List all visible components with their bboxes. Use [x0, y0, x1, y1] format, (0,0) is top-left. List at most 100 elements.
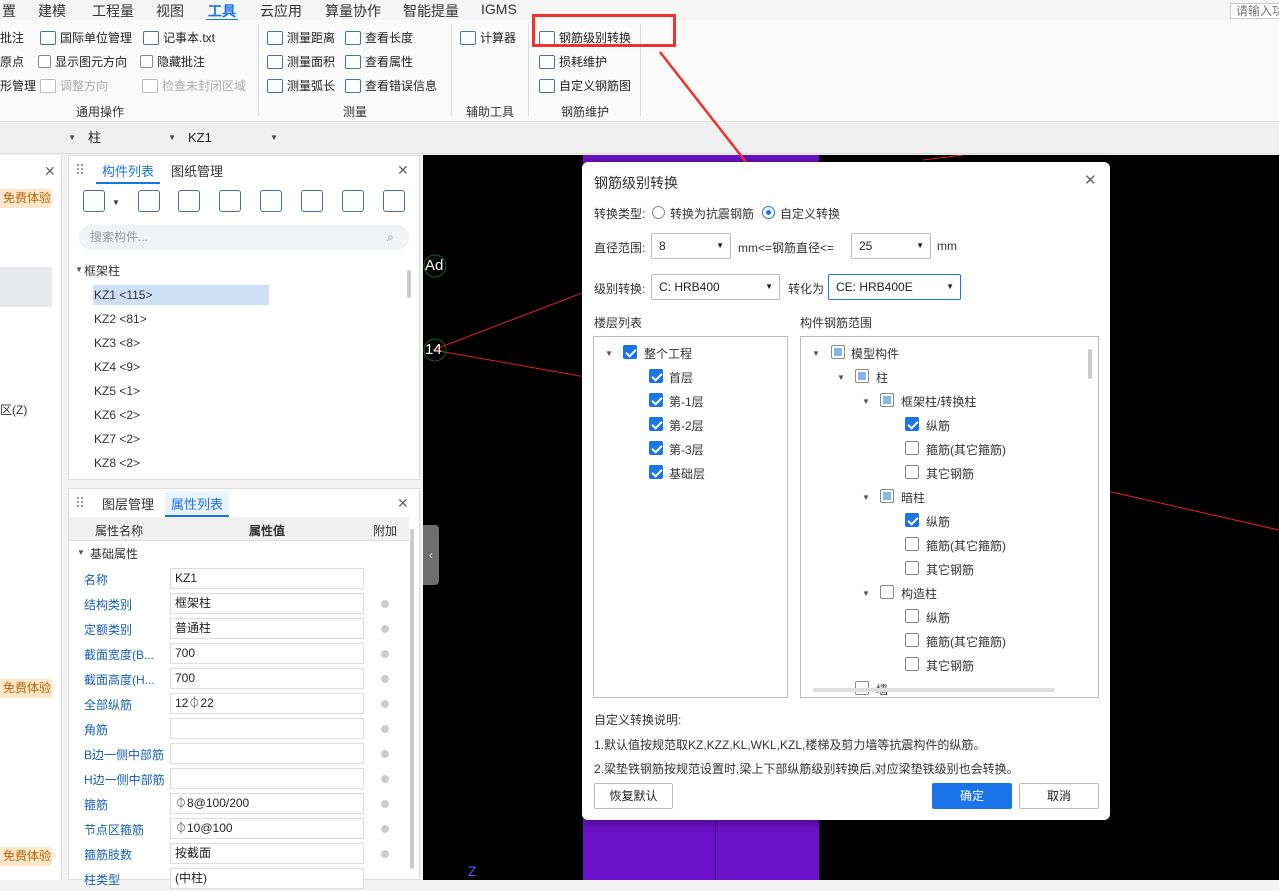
floor-selector[interactable]: ▼ [0, 127, 80, 149]
scrollbar[interactable] [410, 529, 414, 869]
floor-item[interactable]: 第-2层 [669, 417, 704, 434]
checkbox-group[interactable] [880, 393, 894, 407]
drag-handle-icon[interactable]: ⠿ [75, 162, 85, 179]
radio-seismic[interactable] [652, 206, 665, 219]
measure-arc-button[interactable]: 测量弧长 [267, 77, 335, 94]
table-row[interactable]: 角筋 [69, 716, 409, 741]
extra-dot-icon[interactable] [381, 800, 389, 808]
new-component-icon[interactable] [83, 190, 105, 212]
close-icon[interactable]: ✕ [397, 495, 409, 512]
cancel-button[interactable]: 取消 [1019, 783, 1099, 809]
component-search-input[interactable]: 搜索构件... ⌕ [79, 225, 409, 250]
nav-selected-row[interactable] [0, 267, 52, 307]
horizontal-scrollbar[interactable] [813, 688, 1055, 692]
expand-icon[interactable]: ▼ [862, 493, 870, 502]
table-row[interactable]: 箍筋肢数 按截面 [69, 841, 409, 866]
menu-item-quantity[interactable]: 工程量 [92, 1, 134, 21]
tab-layer-manage[interactable]: 图层管理 [96, 492, 160, 515]
view-length-button[interactable]: 查看长度 [345, 29, 413, 46]
property-value[interactable]: ⏀8@100/200 [170, 793, 364, 814]
tree-rebar-label[interactable]: 其它钢筋 [926, 561, 974, 578]
measure-area-button[interactable]: 测量面积 [267, 53, 335, 70]
checkbox-floor[interactable] [649, 465, 663, 479]
menu-item-smart[interactable]: 智能提量 [403, 1, 459, 21]
extra-dot-icon[interactable] [381, 675, 389, 683]
menu-item-view[interactable]: 视图 [156, 1, 184, 21]
tree-rebar-label[interactable]: 其它钢筋 [926, 657, 974, 674]
floor-item[interactable]: 第-1层 [669, 393, 704, 410]
checkbox-group[interactable] [880, 489, 894, 503]
grade-from-select[interactable]: C: HRB400 ▼ [651, 274, 780, 300]
checkbox-rebar[interactable] [905, 537, 919, 551]
floor-item[interactable]: 第-3层 [669, 441, 704, 458]
checkbox-rebar[interactable] [905, 513, 919, 527]
property-value[interactable] [170, 768, 364, 789]
expand-icon[interactable]: ▼ [75, 265, 83, 274]
radio-seismic-label[interactable]: 转换为抗震钢筋 [670, 205, 754, 222]
expand-icon[interactable]: ▼ [837, 373, 845, 382]
list-item[interactable]: KZ3 <8> [93, 333, 140, 353]
menu-item-settings[interactable]: 置 [2, 1, 16, 21]
floor-item[interactable]: 基础层 [669, 465, 705, 482]
extra-dot-icon[interactable] [381, 775, 389, 783]
checkbox-group[interactable] [880, 585, 894, 599]
grade-to-select[interactable]: CE: HRB400E ▼ [828, 274, 961, 300]
global-search-input[interactable] [1230, 3, 1279, 19]
table-row[interactable]: 全部纵筋 12⏀22 [69, 691, 409, 716]
property-value[interactable] [170, 743, 364, 764]
collapse-handle[interactable]: ‹ [423, 525, 439, 585]
table-row[interactable]: 名称 KZ1 [69, 566, 409, 591]
checkbox-floor[interactable] [649, 417, 663, 431]
free-trial-badge[interactable]: 免费体验 [0, 847, 52, 866]
table-row[interactable]: H边一侧中部筋 [69, 766, 409, 791]
component-selector[interactable]: KZ1 ▼ [182, 127, 282, 149]
tab-component-list[interactable]: 构件列表 [96, 159, 161, 184]
tree-rebar-label[interactable]: 箍筋(其它箍筋) [926, 537, 1006, 554]
copy-icon[interactable] [138, 190, 160, 212]
extra-dot-icon[interactable] [381, 625, 389, 633]
measure-distance-button[interactable]: 测量距离 [267, 29, 335, 46]
property-value[interactable]: 700 [170, 668, 364, 689]
nav-item-fragment[interactable]: 区(Z) [0, 401, 27, 418]
tree-rebar-label[interactable]: 箍筋(其它箍筋) [926, 633, 1006, 650]
expand-icon[interactable]: ▼ [862, 589, 870, 598]
radio-custom-label[interactable]: 自定义转换 [780, 205, 840, 222]
tab-drawing-manage[interactable]: 图纸管理 [165, 159, 229, 182]
table-row[interactable]: 箍筋 ⏀8@100/200 [69, 791, 409, 816]
checkbox-floor[interactable] [649, 393, 663, 407]
ok-button[interactable]: 确定 [932, 783, 1012, 809]
checkbox-rebar[interactable] [905, 417, 919, 431]
list-item[interactable]: KZ4 <9> [93, 357, 140, 377]
property-value[interactable] [170, 718, 364, 739]
checkbox-rebar[interactable] [905, 657, 919, 671]
checkbox-rebar[interactable] [905, 633, 919, 647]
close-icon[interactable]: ✕ [1084, 171, 1097, 189]
tree-column-label[interactable]: 柱 [876, 369, 888, 386]
expand-icon[interactable]: ▼ [862, 397, 870, 406]
list-item[interactable]: KZ7 <2> [93, 429, 140, 449]
menu-item-tools[interactable]: 工具 [206, 1, 238, 21]
table-row[interactable]: 结构类别 框架柱 [69, 591, 409, 616]
hide-annotation-checkbox[interactable]: 隐藏批注 [140, 53, 205, 70]
diameter-max-select[interactable]: 25 ▼ [851, 233, 931, 259]
view-property-button[interactable]: 查看属性 [345, 53, 413, 70]
table-row[interactable]: 截面宽度(B... 700 [69, 641, 409, 666]
export-icon[interactable] [301, 190, 323, 212]
scrollbar[interactable] [1088, 349, 1092, 379]
free-trial-badge[interactable]: 免费体验 [0, 679, 52, 698]
tree-group-label[interactable]: 构造柱 [901, 585, 937, 602]
checkbox-model-components[interactable] [831, 345, 845, 359]
menu-item-cloud[interactable]: 云应用 [260, 1, 302, 21]
table-row[interactable]: B边一侧中部筋 [69, 741, 409, 766]
list-item[interactable]: KZ8 <2> [93, 453, 140, 473]
menu-item-collab[interactable]: 算量协作 [325, 1, 381, 21]
show-direction-checkbox[interactable]: 显示图元方向 [38, 53, 127, 70]
free-trial-badge[interactable]: 免费体验 [0, 189, 52, 208]
list-item[interactable]: KZ6 <2> [93, 405, 140, 425]
copy-layer-icon[interactable] [219, 190, 241, 212]
drag-handle-icon[interactable]: ⠿ [75, 495, 85, 512]
tree-group-label[interactable]: 暗柱 [901, 489, 925, 506]
tree-rebar-label[interactable]: 其它钢筋 [926, 465, 974, 482]
origin-button[interactable]: 原点 [0, 53, 24, 70]
scrollbar[interactable] [407, 270, 411, 298]
